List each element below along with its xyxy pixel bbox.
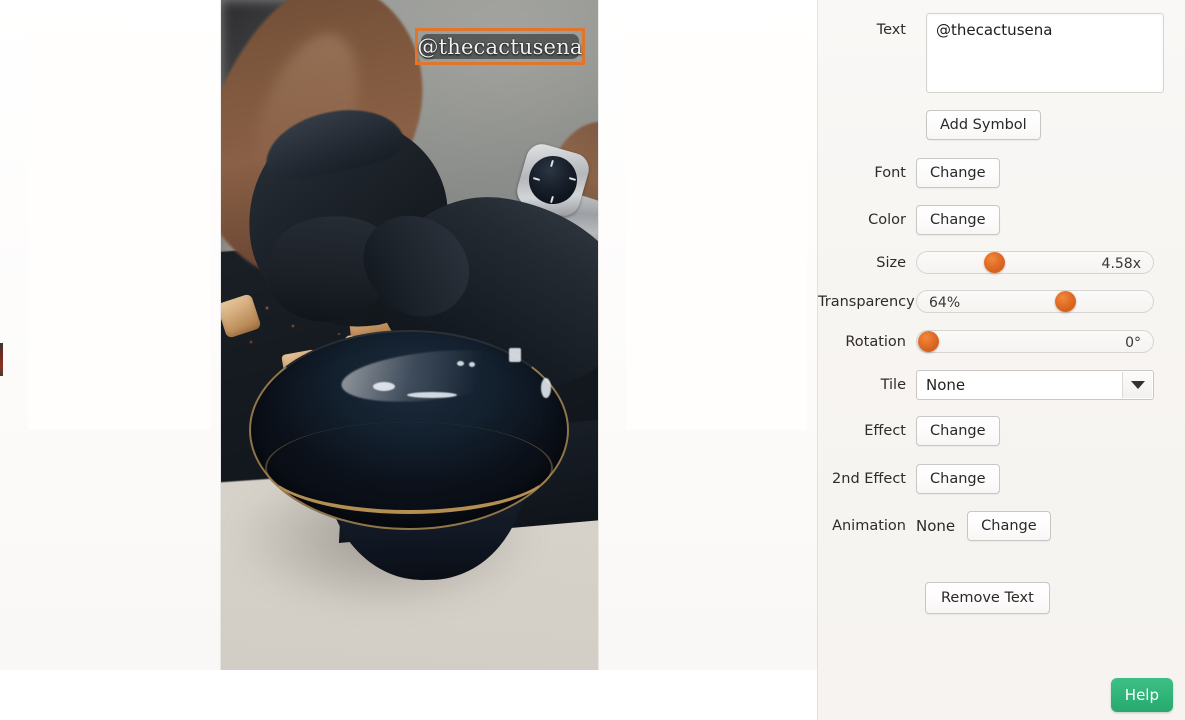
second-effect-row: 2nd Effect Change: [818, 464, 1000, 494]
effect-row: Effect Change: [818, 416, 1000, 446]
watermark-properties-panel: Text @thecactusena Add Symbol Font Chang…: [817, 0, 1185, 720]
rotation-slider-thumb[interactable]: [918, 331, 940, 352]
animation-label: Animation: [832, 518, 906, 534]
animation-change-button[interactable]: Change: [967, 511, 1051, 541]
transparency-label: Transparency: [818, 293, 915, 310]
help-button[interactable]: Help: [1110, 678, 1173, 712]
font-change-button[interactable]: Change: [916, 158, 1000, 188]
rotation-label: Rotation: [845, 333, 906, 350]
transparency-slider[interactable]: 64%: [916, 290, 1154, 313]
font-row: Font Change: [818, 158, 1000, 188]
watermark-overlay-selection[interactable]: @thecactusena: [415, 28, 585, 65]
right-pane-glow: [626, 30, 807, 430]
tile-selected-value: None: [926, 376, 966, 394]
remove-text-row: Remove Text: [925, 582, 1050, 614]
size-slider-thumb[interactable]: [984, 252, 1006, 273]
text-row: Text: [818, 13, 916, 93]
tile-dropdown-button[interactable]: [1122, 372, 1152, 398]
color-change-button[interactable]: Change: [916, 205, 1000, 235]
effect-label: Effect: [864, 423, 906, 439]
watermark-text: @thecactusena: [417, 34, 583, 59]
size-value: 4.58x: [1101, 255, 1141, 272]
size-row: Size 4.58x: [818, 251, 1154, 274]
watermark-editor-window: @thecactusena Text @thecactusena Add Sym…: [0, 0, 1185, 720]
add-symbol-button[interactable]: Add Symbol: [926, 110, 1041, 140]
watermark-text-input[interactable]: @thecactusena: [926, 13, 1164, 93]
transparency-row: Transparency 64%: [818, 290, 1154, 313]
tile-label: Tile: [880, 377, 906, 393]
rotation-slider[interactable]: 0°: [916, 330, 1154, 353]
size-label: Size: [876, 254, 906, 271]
tile-row: Tile None: [818, 370, 1154, 400]
left-empty-pane: [0, 0, 221, 670]
second-effect-change-button[interactable]: Change: [916, 464, 1000, 494]
text-label: Text: [876, 22, 906, 38]
left-pane-glow: [28, 30, 211, 430]
scene-bowl-highlight: [469, 362, 475, 367]
add-symbol-row: Add Symbol: [926, 110, 1041, 140]
video-preview-canvas[interactable]: @thecactusena: [221, 0, 598, 670]
scene-bowl-highlight: [541, 378, 551, 398]
transparency-slider-thumb[interactable]: [1055, 291, 1077, 312]
scene-bowl-highlight: [373, 382, 395, 391]
right-empty-pane: [598, 0, 817, 670]
size-slider[interactable]: 4.58x: [916, 251, 1154, 274]
scene-bowl-highlight: [407, 392, 457, 398]
scene-bowl-highlight: [509, 348, 521, 362]
animation-value: None: [916, 517, 956, 535]
second-effect-label: 2nd Effect: [832, 471, 906, 487]
tile-dropdown[interactable]: None: [916, 370, 1154, 400]
right-pane-divider: [598, 0, 599, 670]
rotation-value: 0°: [1125, 334, 1141, 351]
color-row: Color Change: [818, 205, 1000, 235]
animation-row: Animation None Change: [818, 511, 1051, 541]
effect-change-button[interactable]: Change: [916, 416, 1000, 446]
offscreen-edge-sliver: [0, 343, 3, 376]
scene-bowl-highlight: [457, 361, 464, 366]
scene-bowl-gold-ring: [265, 422, 553, 514]
remove-text-button[interactable]: Remove Text: [925, 582, 1050, 614]
transparency-value: 64%: [929, 294, 961, 311]
rotation-row: Rotation 0°: [818, 330, 1154, 353]
font-label: Font: [874, 165, 906, 181]
preview-workspace: @thecactusena: [0, 0, 817, 670]
chevron-down-icon: [1130, 381, 1145, 389]
color-label: Color: [868, 212, 906, 228]
